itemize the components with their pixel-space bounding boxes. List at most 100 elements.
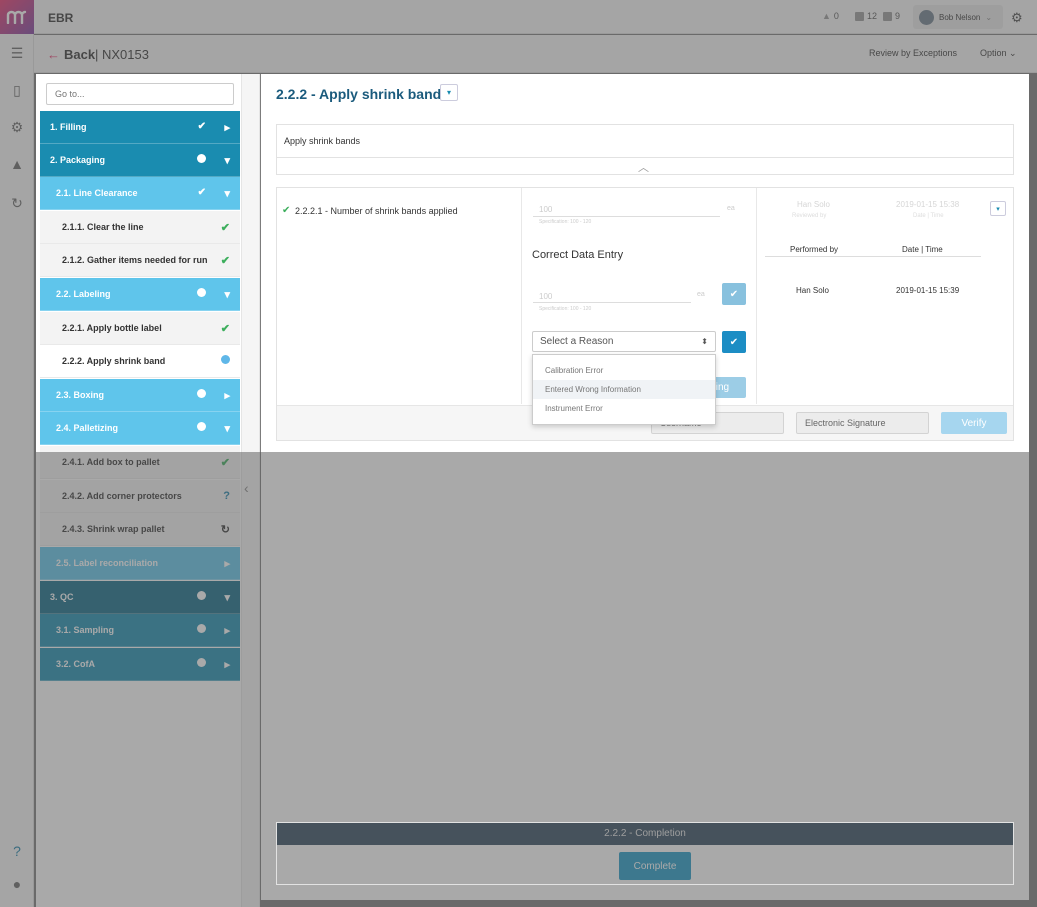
reason-option[interactable]: Instrument Error <box>533 399 715 418</box>
caret-down-icon: ▾ <box>446 88 451 97</box>
check-icon: ✔ <box>220 457 230 469</box>
reason-dropdown-menu: Calibration Error Entered Wrong Informat… <box>532 354 716 425</box>
option-menu[interactable]: Option ⌄ <box>980 48 1017 59</box>
chevron-down-icon: ⌄ <box>985 12 993 22</box>
completion-box <box>276 822 1014 885</box>
nav-item-apply-shrink-band[interactable]: 2.2.2. Apply shrink band <box>40 345 240 378</box>
correct-data-entry-title: Correct Data Entry <box>532 249 624 261</box>
nav-item-label-reconciliation[interactable]: 2.5. Label reconciliation ▸ <box>40 547 240 580</box>
nav-item-shrink-wrap-pallet[interactable]: 2.4.3. Shrink wrap pallet ↻ <box>40 513 240 546</box>
alert-icon: ▲ <box>822 11 831 21</box>
user-menu[interactable]: Bob Nelson ⌄ <box>913 5 1003 29</box>
nav-item-sampling[interactable]: 3.1. Sampling ▸ <box>40 614 240 647</box>
nav-item-qc[interactable]: 3. QC ▾ <box>40 581 240 614</box>
performed-by-header: Performed by <box>790 245 839 254</box>
nav-item-packaging[interactable]: 2. Packaging ▾ <box>40 144 240 177</box>
step-dropdown-button[interactable]: ▾ <box>440 84 458 101</box>
entry-label: 2.2.2.1 - Number of shrink bands applied <box>295 206 458 216</box>
status-dot-icon <box>197 624 206 636</box>
batch-id: | NX0153 <box>95 47 149 62</box>
performed-date-value: 2019-01-15 15:39 <box>896 286 960 295</box>
app-logo-icon[interactable] <box>0 0 34 34</box>
caret-down-icon: ▾ <box>224 592 230 604</box>
date-header: Date | Time <box>902 245 943 254</box>
review-by-exceptions-link[interactable]: Review by Exceptions <box>869 48 957 58</box>
caret-right-icon: ▸ <box>224 625 230 637</box>
status-dot-icon <box>197 389 206 401</box>
original-hint: Specification: 100 - 120 <box>539 219 592 225</box>
reason-option[interactable]: Entered Wrong Information <box>533 380 715 399</box>
check-icon: ✔ <box>220 255 230 267</box>
avatar <box>919 9 934 25</box>
chevron-down-icon: ⌄ <box>1009 48 1017 58</box>
modal-backdrop <box>1029 74 1037 907</box>
nav-item-clear-the-line[interactable]: 2.1.1. Clear the line ✔ <box>40 211 240 244</box>
status-dot-icon <box>197 658 206 670</box>
caret-down-icon: ▾ <box>224 155 230 167</box>
door-icon[interactable]: ▯ <box>8 81 26 99</box>
divider <box>276 157 1014 158</box>
caret-down-icon: ▾ <box>224 289 230 301</box>
nav-item-cofa[interactable]: 3.2. CofA ▸ <box>40 648 240 681</box>
tasks-counter[interactable]: 9 <box>883 11 900 21</box>
nav-item-palletizing[interactable]: 2.4. Palletizing ▾ <box>40 412 240 445</box>
graduation-cap-icon[interactable]: ▲ <box>8 155 26 173</box>
nav-item-filling[interactable]: 1. Filling ✔ ▸ <box>40 111 240 144</box>
collapse-chevron-icon[interactable]: ‹ <box>244 480 249 496</box>
check-icon: ✔ <box>282 205 291 216</box>
confirm-value-button[interactable]: ✔ <box>722 283 746 305</box>
reviewer-dropdown-button[interactable]: ▾ <box>990 201 1006 216</box>
reason-option[interactable]: Calibration Error <box>533 361 715 380</box>
status-dot-icon <box>197 422 206 434</box>
nav-item-add-corner-protectors[interactable]: 2.4.2. Add corner protectors? <box>40 480 240 513</box>
help-icon: ? <box>223 490 230 502</box>
check-icon: ✔ <box>220 323 230 335</box>
back-button[interactable]: ← Back <box>47 47 95 62</box>
check-icon: ✔ <box>729 336 739 348</box>
nav-item-add-box-to-pallet[interactable]: 2.4.1. Add box to pallet ✔ <box>40 446 240 479</box>
settings-icon[interactable]: ⚙ <box>8 118 26 136</box>
new-hint: Specification: 100 - 120 <box>539 306 592 312</box>
caret-down-icon: ▾ <box>224 423 230 435</box>
nav-item-boxing[interactable]: 2.3. Boxing ▸ <box>40 379 240 412</box>
electronic-signature-field[interactable]: Electronic Signature <box>796 412 929 434</box>
sort-arrows-icon: ⬍ <box>701 337 708 346</box>
top-bar <box>0 0 1037 34</box>
reason-select[interactable]: Select a Reason ⬍ <box>532 331 716 352</box>
verify-button[interactable]: Verify <box>941 412 1007 434</box>
status-dot-icon <box>197 591 206 603</box>
refresh-icon: ↻ <box>220 524 230 536</box>
original-unit: ea <box>727 205 735 212</box>
list-icon[interactable]: ☰ <box>8 44 26 62</box>
caret-down-icon: ▾ <box>224 188 230 200</box>
collapse-up-icon[interactable]: ︿ <box>638 159 649 175</box>
help-icon[interactable]: ? <box>8 842 26 860</box>
sync-icon[interactable]: ↻ <box>8 194 26 212</box>
alerts-counter[interactable]: ▲ 0 <box>822 11 839 21</box>
divider <box>533 216 720 217</box>
nav-item-gather-items[interactable]: 2.1.2. Gather items needed for run ✔ <box>40 244 240 277</box>
chat-icon[interactable]: ● <box>8 875 26 893</box>
divider <box>765 256 981 257</box>
status-dot-icon <box>197 288 206 300</box>
check-icon: ✔ <box>729 288 739 300</box>
check-icon: ✔ <box>197 121 206 132</box>
original-value: 100 <box>539 205 553 214</box>
app-title: EBR <box>48 11 74 25</box>
reviewer-role: Reviewed by <box>792 213 827 219</box>
nav-item-apply-bottle-label[interactable]: 2.2.1. Apply bottle label ✔ <box>40 312 240 345</box>
nav-item-labeling[interactable]: 2.2. Labeling ▾ <box>40 278 240 311</box>
check-icon: ✔ <box>197 187 206 198</box>
nav-item-line-clearance[interactable]: 2.1. Line Clearance ✔ ▾ <box>40 177 240 210</box>
caret-right-icon: ▸ <box>224 390 230 402</box>
caret-right-icon: ▸ <box>224 122 230 134</box>
confirm-reason-button[interactable]: ✔ <box>722 331 746 353</box>
page-title: 2.2.2 - Apply shrink band <box>276 86 442 102</box>
divider <box>533 302 691 303</box>
caret-right-icon: ▸ <box>224 558 230 570</box>
reviewer-name: Han Solo <box>797 200 830 209</box>
goto-input[interactable] <box>46 83 234 105</box>
new-value-input[interactable]: 100 <box>539 292 552 301</box>
messages-counter[interactable]: 12 <box>855 11 877 21</box>
gear-icon[interactable]: ⚙ <box>1011 10 1023 26</box>
